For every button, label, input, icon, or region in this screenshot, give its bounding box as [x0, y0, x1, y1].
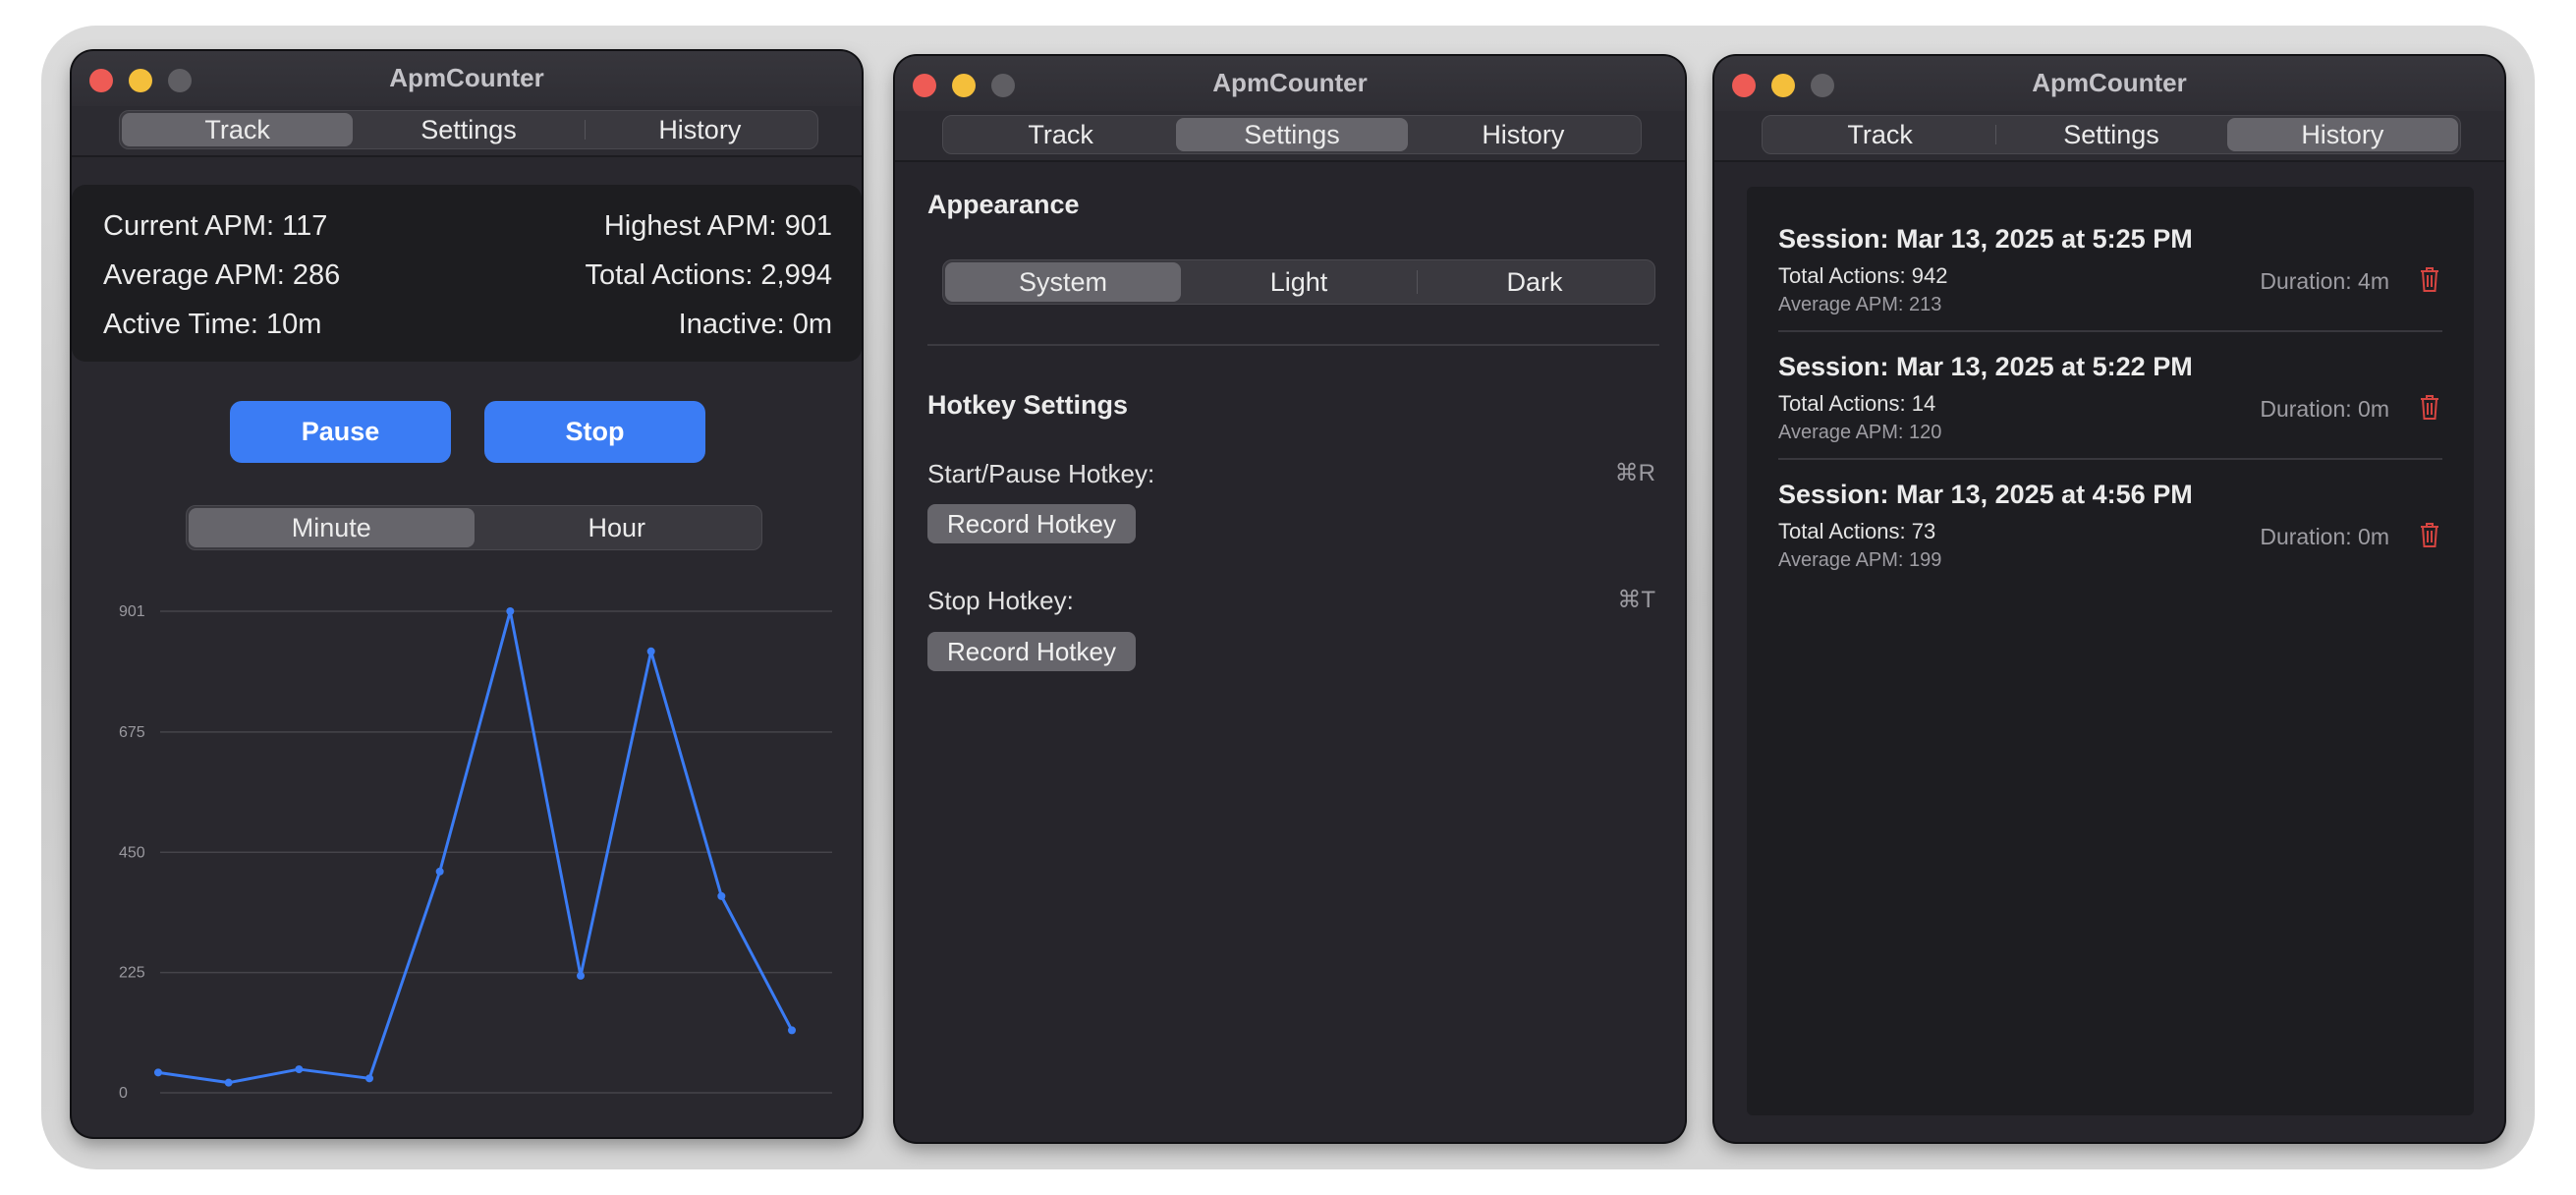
session-title: Session: Mar 13, 2025 at 4:56 PM: [1778, 480, 2193, 509]
tab-settings[interactable]: Settings: [353, 113, 584, 146]
tab-bar: Track Settings History: [1714, 111, 2504, 162]
trash-icon[interactable]: [2419, 393, 2440, 421]
tab-track[interactable]: Track: [122, 113, 354, 146]
stop-hotkey-value: ⌘T: [1617, 587, 1655, 613]
trash-icon[interactable]: [2419, 521, 2440, 548]
data-point: [577, 971, 585, 980]
title-bar: ApmCounter: [1714, 56, 2504, 111]
window-track: ApmCounter Track Settings History Curren…: [72, 51, 862, 1137]
data-point: [788, 1026, 796, 1035]
active-time: Active Time: 10m: [103, 309, 322, 340]
apm-series-line: [157, 609, 794, 1085]
window-history: ApmCounter Track Settings History Sessio…: [1714, 56, 2504, 1142]
record-start-pause-hotkey-button[interactable]: Record Hotkey: [927, 504, 1136, 543]
y-tick-label: 450: [119, 844, 145, 861]
stop-button[interactable]: Stop: [484, 401, 705, 463]
tab-control: Track Settings History: [942, 115, 1642, 154]
tab-settings[interactable]: Settings: [1176, 118, 1408, 151]
start-pause-hotkey-value: ⌘R: [1614, 460, 1655, 486]
window-title: ApmCounter: [389, 63, 544, 92]
tab-control: Track Settings History: [119, 110, 818, 149]
appearance-control: System Light Dark: [942, 259, 1655, 305]
window-title: ApmCounter: [1212, 68, 1368, 97]
stop-hotkey-label: Stop Hotkey:: [927, 586, 1074, 615]
appearance-system[interactable]: System: [945, 262, 1181, 302]
record-stop-hotkey-button[interactable]: Record Hotkey: [927, 632, 1136, 671]
highest-apm: Highest APM: 901: [603, 210, 832, 242]
session-total-actions: Total Actions: 73: [1778, 519, 1936, 543]
start-pause-hotkey-label: Start/Pause Hotkey:: [927, 459, 1155, 488]
inactive-time: Inactive: 0m: [678, 309, 832, 340]
data-point: [295, 1065, 304, 1074]
tab-bar: Track Settings History: [895, 111, 1685, 162]
y-tick-label: 901: [119, 603, 145, 620]
tab-history[interactable]: History: [2226, 118, 2458, 151]
session-duration: Duration: 0m: [2260, 396, 2389, 422]
data-point: [365, 1074, 373, 1083]
stats-panel: Current APM: 117 Highest APM: 901 Averag…: [72, 185, 862, 362]
hotkey-heading: Hotkey Settings: [927, 390, 1129, 420]
total-actions: Total Actions: 2,994: [585, 259, 833, 291]
tab-history[interactable]: History: [1408, 118, 1639, 151]
tab-settings[interactable]: Settings: [1995, 118, 2226, 151]
appearance-heading: Appearance: [927, 190, 1080, 219]
tab-history[interactable]: History: [584, 113, 815, 146]
session-row[interactable]: Session: Mar 13, 2025 at 5:25 PM Total A…: [1747, 204, 2474, 332]
session-title: Session: Mar 13, 2025 at 5:22 PM: [1778, 352, 2193, 381]
session-list: Session: Mar 13, 2025 at 5:25 PM Total A…: [1747, 187, 2474, 1115]
pause-button[interactable]: Pause: [230, 401, 451, 463]
y-tick-label: 675: [119, 724, 145, 741]
current-apm: Current APM: 117: [103, 210, 328, 242]
data-point: [646, 647, 655, 655]
tab-bar: Track Settings History: [72, 106, 862, 157]
trash-icon[interactable]: [2419, 265, 2440, 293]
session-duration: Duration: 0m: [2260, 524, 2389, 549]
data-point: [224, 1078, 233, 1087]
tab-track[interactable]: Track: [945, 118, 1176, 151]
session-duration: Duration: 4m: [2260, 268, 2389, 294]
data-point: [154, 1068, 162, 1077]
data-point: [435, 867, 444, 876]
title-bar: ApmCounter: [895, 56, 1685, 111]
session-average-apm: Average APM: 199: [1778, 549, 1942, 571]
tab-control: Track Settings History: [1762, 115, 2461, 154]
session-average-apm: Average APM: 120: [1778, 422, 1942, 443]
session-row[interactable]: Session: Mar 13, 2025 at 4:56 PM Total A…: [1747, 460, 2474, 588]
apm-line-chart: 0 225 450 675 901: [119, 603, 832, 1102]
appearance-light[interactable]: Light: [1181, 262, 1417, 302]
tab-track[interactable]: Track: [1764, 118, 1995, 151]
y-tick-label: 225: [119, 965, 145, 982]
title-bar: ApmCounter: [72, 51, 862, 106]
session-row[interactable]: Session: Mar 13, 2025 at 5:22 PM Total A…: [1747, 332, 2474, 460]
session-total-actions: Total Actions: 14: [1778, 391, 1936, 416]
data-point: [506, 607, 515, 615]
session-average-apm: Average APM: 213: [1778, 294, 1942, 315]
window-title: ApmCounter: [2032, 68, 2187, 97]
session-total-actions: Total Actions: 942: [1778, 263, 1948, 288]
data-point: [717, 891, 726, 900]
average-apm: Average APM: 286: [103, 259, 341, 291]
session-title: Session: Mar 13, 2025 at 5:25 PM: [1778, 224, 2193, 254]
section-divider: [927, 344, 1659, 346]
window-settings: ApmCounter Track Settings History Appear…: [895, 56, 1685, 1142]
y-tick-label: 0: [119, 1085, 128, 1102]
appearance-dark[interactable]: Dark: [1417, 262, 1652, 302]
